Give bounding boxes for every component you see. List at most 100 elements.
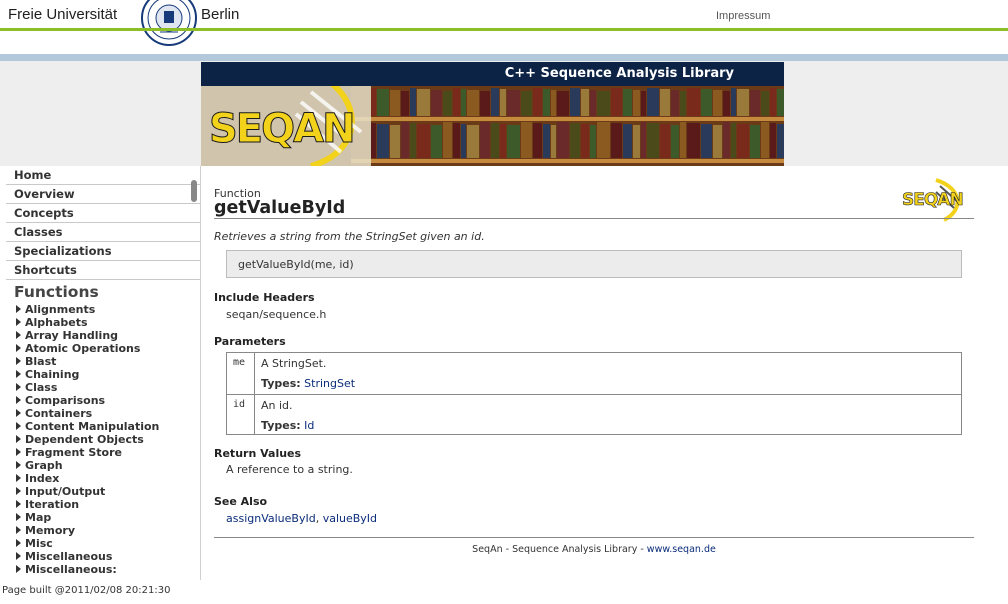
book-spine: [770, 88, 776, 116]
expand-triangle-icon[interactable]: [16, 305, 21, 313]
function-category-label: Map: [25, 511, 52, 524]
book-spine: [701, 124, 712, 158]
sidebar-item-shortcuts[interactable]: Shortcuts: [6, 261, 200, 280]
function-category-item[interactable]: Graph: [16, 459, 196, 472]
function-category-item[interactable]: Fragment Store: [16, 446, 196, 459]
expand-triangle-icon[interactable]: [16, 318, 21, 326]
function-category-label: Atomic Operations: [25, 342, 141, 355]
function-category-item[interactable]: Class: [16, 381, 196, 394]
function-category-item[interactable]: Alphabets: [16, 316, 196, 329]
function-category-item[interactable]: Memory: [16, 524, 196, 537]
book-spine: [401, 122, 409, 158]
function-category-item[interactable]: Atomic Operations: [16, 342, 196, 355]
see-also-link-valuebyid[interactable]: valueById: [323, 512, 377, 525]
page: Freie Universität Berlin Impressum SEQAN: [0, 0, 1008, 604]
expand-triangle-icon[interactable]: [16, 474, 21, 482]
book-spine: [713, 90, 722, 116]
book-spine: [597, 122, 610, 158]
book-spine: [641, 91, 646, 116]
function-category-item[interactable]: Index: [16, 472, 196, 485]
book-spine: [687, 88, 700, 116]
see-also-link-assignvaluebyid[interactable]: assignValueById: [226, 512, 316, 525]
parameter-name: id: [227, 395, 255, 435]
book-spine: [533, 88, 542, 116]
function-category-item[interactable]: Iteration: [16, 498, 196, 511]
expand-triangle-icon[interactable]: [16, 370, 21, 378]
book-spine: [641, 122, 646, 158]
impressum-link[interactable]: Impressum: [716, 10, 770, 22]
seqan-website-link[interactable]: www.seqan.de: [647, 544, 716, 555]
function-category-item[interactable]: Content Manipulation: [16, 420, 196, 433]
expand-triangle-icon[interactable]: [16, 344, 21, 352]
function-category-item[interactable]: Miscellaneous:: [16, 563, 196, 576]
sidebar-item-specializations[interactable]: Specializations: [6, 242, 200, 261]
type-link-stringset[interactable]: StringSet: [304, 377, 355, 390]
function-category-item[interactable]: Miscellaneous: [16, 550, 196, 563]
sidebar-item-overview[interactable]: Overview: [6, 185, 200, 204]
expand-triangle-icon[interactable]: [16, 513, 21, 521]
expand-triangle-icon[interactable]: [16, 331, 21, 339]
expand-triangle-icon[interactable]: [16, 357, 21, 365]
function-category-item[interactable]: Input/Output: [16, 485, 196, 498]
expand-triangle-icon[interactable]: [16, 435, 21, 443]
expand-triangle-icon[interactable]: [16, 539, 21, 547]
library-footer: SeqAn - Sequence Analysis Library - www.…: [214, 544, 974, 555]
expand-triangle-icon[interactable]: [16, 552, 21, 560]
book-spine: [731, 88, 736, 116]
function-category-item[interactable]: Map: [16, 511, 196, 524]
function-category-label: Comparisons: [25, 394, 106, 407]
book-spine: [390, 125, 400, 158]
book-spine: [410, 123, 416, 158]
book-spine: [500, 89, 506, 116]
book-spine: [671, 125, 679, 158]
expand-triangle-icon[interactable]: [16, 565, 21, 573]
type-link-id[interactable]: Id: [304, 419, 314, 432]
include-header-value: seqan/sequence.h: [226, 308, 327, 321]
sidebar-item-home[interactable]: Home: [6, 166, 200, 185]
function-category-item[interactable]: Containers: [16, 407, 196, 420]
sidebar-item-concepts[interactable]: Concepts: [6, 204, 200, 223]
book-spine: [611, 123, 622, 158]
banner-title: C++ Sequence Analysis Library: [504, 66, 734, 81]
expand-triangle-icon[interactable]: [16, 500, 21, 508]
book-spine: [633, 90, 640, 116]
function-category-item[interactable]: Array Handling: [16, 329, 196, 342]
sidebar-item-classes[interactable]: Classes: [6, 223, 200, 242]
see-also-heading: See Also: [214, 495, 268, 508]
book-spine: [713, 125, 722, 158]
function-category-item[interactable]: Alignments: [16, 303, 196, 316]
function-category-item[interactable]: Comparisons: [16, 394, 196, 407]
sidebar-scrollbar[interactable]: [191, 180, 197, 202]
book-spine: [543, 89, 550, 116]
book-spine: [533, 123, 542, 158]
expand-triangle-icon[interactable]: [16, 409, 21, 417]
parameters-table: me A StringSet. Types: StringSet id An i…: [226, 352, 962, 435]
book-spine: [521, 122, 532, 158]
book-spine: [551, 125, 556, 158]
expand-triangle-icon[interactable]: [16, 487, 21, 495]
parameter-description: A StringSet.: [261, 357, 327, 370]
function-category-label: Alignments: [25, 303, 96, 316]
book-spine: [723, 122, 730, 158]
header-green-divider: [0, 28, 1008, 31]
function-category-item[interactable]: Dependent Objects: [16, 433, 196, 446]
expand-triangle-icon[interactable]: [16, 383, 21, 391]
header-blue-divider: [0, 54, 1008, 61]
book-spine: [581, 124, 589, 158]
expand-triangle-icon[interactable]: [16, 526, 21, 534]
book-spine: [551, 90, 556, 116]
function-category-label: Chaining: [25, 368, 80, 381]
function-category-item[interactable]: Misc: [16, 537, 196, 550]
expand-triangle-icon[interactable]: [16, 396, 21, 404]
book-spine: [623, 124, 632, 158]
expand-triangle-icon[interactable]: [16, 461, 21, 469]
function-category-item[interactable]: Blast: [16, 355, 196, 368]
book-spine: [371, 123, 376, 158]
parameter-types: Types: StringSet: [261, 377, 355, 390]
expand-triangle-icon[interactable]: [16, 422, 21, 430]
function-category-label: Content Manipulation: [25, 420, 160, 433]
book-spine: [543, 124, 550, 158]
expand-triangle-icon[interactable]: [16, 448, 21, 456]
book-spine: [633, 125, 640, 158]
function-category-item[interactable]: Chaining: [16, 368, 196, 381]
